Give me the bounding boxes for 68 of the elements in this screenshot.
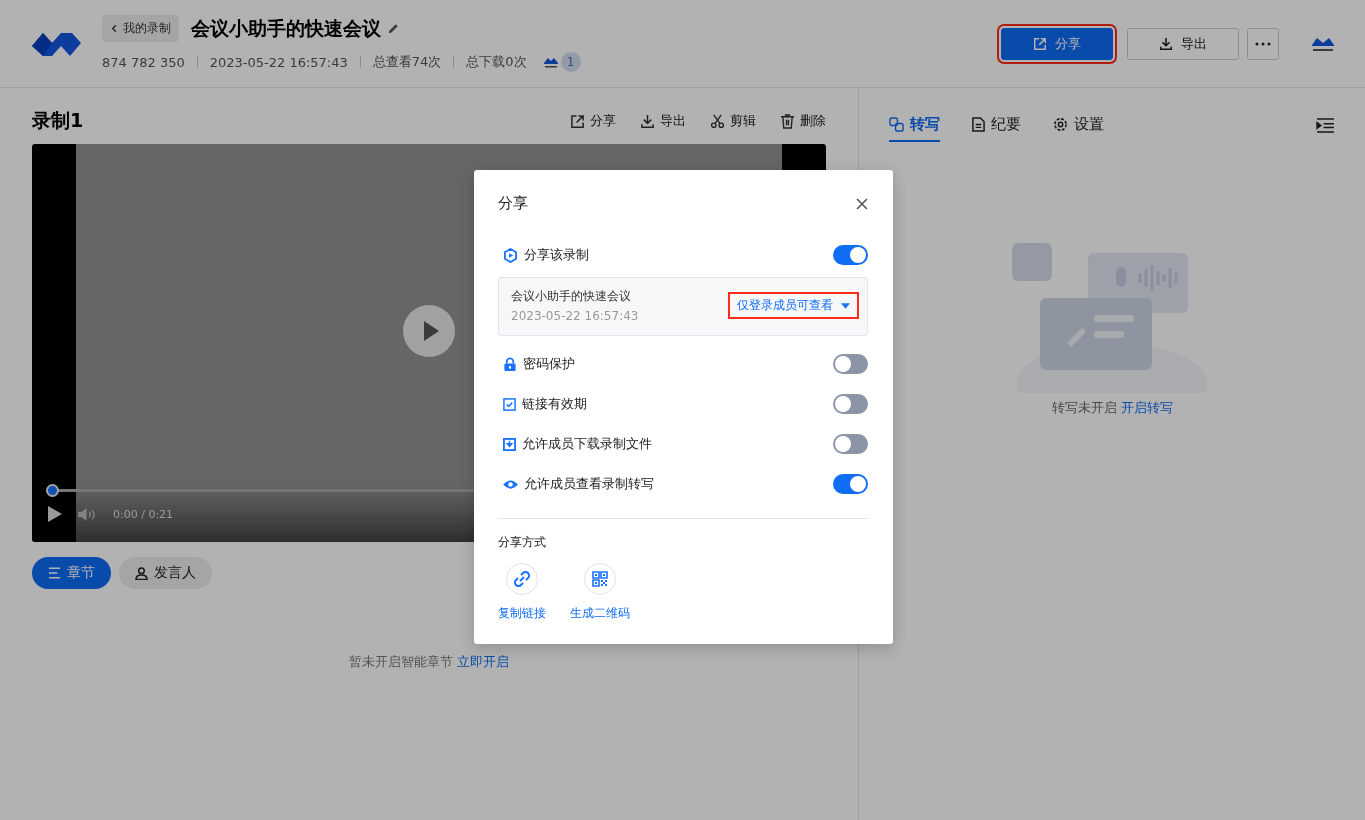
permission-dropdown[interactable]: 仅登录成员可查看 xyxy=(730,294,857,317)
share-icon xyxy=(570,113,585,129)
participant-count: 1 xyxy=(560,52,581,72)
more-icon xyxy=(1255,41,1271,46)
back-icon xyxy=(110,24,119,33)
download-icon xyxy=(503,437,516,451)
person-icon xyxy=(135,566,148,580)
view-tab[interactable]: 发言人 xyxy=(119,557,212,589)
trash-icon xyxy=(780,113,795,129)
export-button[interactable]: 导出 xyxy=(640,112,686,130)
card-time: 2023-05-22 16:57:43 xyxy=(511,309,639,323)
enable-link[interactable]: 立即开启 xyxy=(457,653,509,671)
qr-code-icon xyxy=(592,571,608,587)
card-title: 会议小助手的快速会议 xyxy=(511,288,632,305)
dialog-title: 分享 xyxy=(498,194,528,213)
setting-label: 链接有效期 xyxy=(522,395,588,413)
section-title: 分享方式 xyxy=(498,535,546,549)
toggle-switch[interactable] xyxy=(833,245,868,265)
empty-message: 暂未开启智能章节 xyxy=(349,653,453,671)
setting-label: 允许成员查看录制转写 xyxy=(524,475,655,493)
app-logo-icon xyxy=(542,55,559,69)
setting-label: 密码保护 xyxy=(523,355,576,373)
caret-icon xyxy=(841,302,850,309)
download-icon xyxy=(1159,36,1173,51)
export-button[interactable]: 导出 xyxy=(1127,27,1239,60)
copy-link-button[interactable]: 复制链接 xyxy=(498,563,546,622)
share-icon xyxy=(1033,36,1047,51)
play-button[interactable] xyxy=(403,305,455,357)
link-icon xyxy=(514,571,530,587)
enable-link[interactable]: 开启转写 xyxy=(1120,399,1173,417)
toggle-switch[interactable] xyxy=(833,474,868,494)
panel-tab[interactable]: 设置 xyxy=(1053,108,1104,142)
recording-title: 会议小助手的快速会议 xyxy=(191,15,381,41)
download-icon xyxy=(640,113,655,129)
delete-button[interactable]: 删除 xyxy=(780,112,826,130)
lock-icon xyxy=(503,356,517,372)
empty-message: 转写未开启 xyxy=(1051,399,1117,417)
cut-button[interactable]: 剪辑 xyxy=(710,112,756,130)
volume-icon[interactable] xyxy=(78,506,97,522)
calendar-icon xyxy=(503,397,516,411)
pencil-icon[interactable] xyxy=(387,22,400,35)
back-button[interactable]: 我的录制 xyxy=(102,15,179,42)
meeting-id: 874 782 350 xyxy=(102,54,185,70)
close-icon[interactable] xyxy=(856,197,868,210)
toggle-switch[interactable] xyxy=(833,434,868,454)
settings-icon xyxy=(1053,116,1068,132)
playback-time: 0:00 / 0:21 xyxy=(113,507,174,521)
panel-tab[interactable]: 转写 xyxy=(889,108,940,142)
scissors-icon xyxy=(710,113,725,129)
section-title: 录制1 xyxy=(32,108,84,133)
list-icon xyxy=(48,567,61,579)
download-count: 总下载0次 xyxy=(466,53,527,71)
eye-icon xyxy=(503,478,518,490)
recording-time: 2023-05-22 16:57:43 xyxy=(209,54,348,70)
toggle-switch[interactable] xyxy=(833,394,868,414)
view-tab[interactable]: 章节 xyxy=(32,557,111,589)
share-button[interactable]: 分享 xyxy=(570,112,616,130)
setting-label: 允许成员下载录制文件 xyxy=(522,435,653,453)
toggle-switch[interactable] xyxy=(833,354,868,374)
qr-code-button[interactable]: 生成二维码 xyxy=(570,563,630,622)
view-count: 总查看74次 xyxy=(372,53,442,71)
play-icon xyxy=(503,247,518,263)
play-icon[interactable] xyxy=(48,506,62,522)
collapse-panel-icon[interactable] xyxy=(1316,117,1335,133)
document-icon xyxy=(972,116,985,132)
setting-label: 分享该录制 xyxy=(524,246,590,264)
transcript-icon xyxy=(889,116,904,132)
panel-tab[interactable]: 纪要 xyxy=(972,108,1021,142)
